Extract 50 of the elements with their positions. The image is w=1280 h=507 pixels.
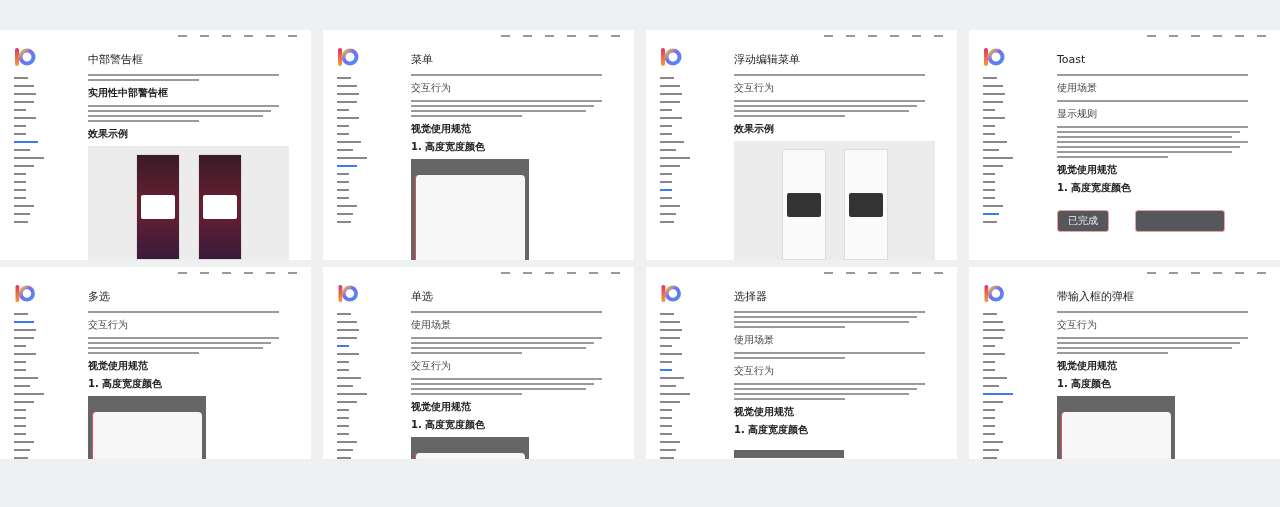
page-thumbnail[interactable]: 浮动编辑菜单 交互行为 效果示例: [646, 30, 957, 260]
toast-sample: 已完成: [1057, 210, 1109, 232]
logo-icon: [983, 284, 1005, 303]
section-label: 使用场景: [411, 319, 452, 331]
page-thumbnail[interactable]: 多选 交互行为 视觉使用规范 1. 高度宽度颜色: [0, 267, 311, 459]
logo-icon: [14, 47, 36, 67]
page-title: 单选: [411, 290, 434, 303]
logo-icon: [337, 47, 359, 67]
subsection-heading: 1. 高度宽度颜色: [411, 141, 487, 153]
page-thumbnail[interactable]: 中部警告框 实用性中部警告框 效果示例: [0, 30, 311, 260]
logo-icon: [983, 47, 1005, 67]
logo-icon: [14, 284, 36, 303]
page-thumbnail[interactable]: 菜单 交互行为 视觉使用规范 1. 高度宽度颜色: [323, 30, 634, 260]
page-title: 多选: [88, 290, 111, 303]
section-label: 交互行为: [1057, 319, 1098, 331]
section-heading: 实用性中部警告框: [88, 87, 169, 99]
logo-icon: [337, 284, 359, 303]
page-thumbnail[interactable]: 单选 使用场景 交互行为 视觉使用规范 1. 高度宽度颜色: [323, 267, 634, 459]
section-label: 交互行为: [88, 319, 129, 331]
section-label: 使用场景: [1057, 82, 1098, 94]
subsection-heading: 效果示例: [734, 123, 775, 135]
subsection-heading: 效果示例: [88, 128, 129, 140]
section-heading: 视觉使用规范: [411, 401, 472, 413]
page-title: 选择器: [734, 290, 768, 303]
section-label: 交互行为: [734, 82, 775, 94]
section-label: 交互行为: [411, 360, 452, 372]
section-heading: 视觉使用规范: [411, 123, 472, 135]
subsection-heading: 1. 高度颜色: [1057, 378, 1113, 390]
section-heading: 视觉使用规范: [1057, 164, 1118, 176]
subsection-heading: 1. 高度宽度颜色: [411, 419, 487, 431]
page-title: 菜单: [411, 53, 434, 66]
section-label: 显示规则: [1057, 108, 1098, 120]
section-label: 交互行为: [411, 82, 452, 94]
page-thumbnail[interactable]: 选择器 使用场景 交互行为 视觉使用规范 1. 高度宽度颜色: [646, 267, 957, 459]
logo-icon: [660, 47, 682, 67]
page-thumbnail[interactable]: 带输入框的弹框 交互行为 视觉使用规范 1. 高度颜色: [969, 267, 1280, 459]
subsection-heading: 1. 高度宽度颜色: [1057, 182, 1133, 194]
subsection-heading: 1. 高度宽度颜色: [88, 378, 164, 390]
subsection-heading: 1. 高度宽度颜色: [734, 424, 810, 436]
page-title: 带输入框的弹框: [1057, 290, 1135, 303]
section-heading: 视觉使用规范: [734, 406, 795, 418]
section-heading: 视觉使用规范: [88, 360, 149, 372]
page-thumbnail[interactable]: Toast 使用场景 显示规则 视觉使用规范 1. 高度宽度颜色 已完成: [969, 30, 1280, 260]
section-label: 交互行为: [734, 365, 775, 377]
logo-icon: [660, 284, 682, 303]
page-title: 中部警告框: [88, 53, 144, 66]
section-label: 使用场景: [734, 334, 775, 346]
section-heading: 视觉使用规范: [1057, 360, 1118, 372]
page-title: 浮动编辑菜单: [734, 53, 801, 66]
page-title: Toast: [1057, 53, 1087, 66]
